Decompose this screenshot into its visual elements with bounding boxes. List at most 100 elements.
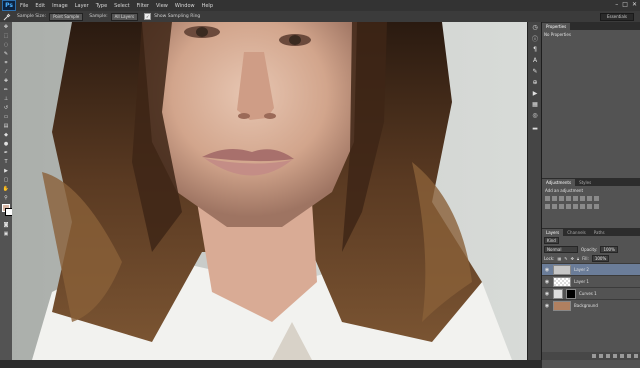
menu-file[interactable]: File [20, 3, 28, 9]
exposure-icon[interactable] [566, 196, 571, 201]
menu-view[interactable]: View [156, 3, 168, 9]
tab-adjustments[interactable]: Adjustments [542, 179, 576, 186]
color-balance-icon[interactable] [587, 196, 592, 201]
blend-mode-dropdown[interactable]: Normal [544, 246, 578, 253]
show-sampling-ring-control[interactable]: ✓ Show Sampling Ring [144, 13, 200, 20]
menu-edit[interactable]: Edit [35, 3, 45, 9]
new-group-icon[interactable] [620, 354, 624, 358]
layers-panel: Kind Normal Opacity: 100% Lock: ▦ ✎ ✥ 🔒︎… [542, 236, 640, 368]
layer-row-background[interactable]: ◉ Background [542, 299, 640, 311]
workspace-switcher[interactable]: Essentials [599, 13, 634, 21]
levels-icon[interactable] [552, 196, 557, 201]
menu-type[interactable]: Type [96, 3, 107, 9]
marquee-tool-icon[interactable]: ⬚ [0, 31, 12, 40]
visibility-eye-icon[interactable]: ◉ [544, 303, 550, 309]
close-icon[interactable]: ✕ [632, 1, 637, 8]
pen-tool-icon[interactable]: ✒ [0, 148, 12, 157]
fill-field[interactable]: 100% [591, 255, 610, 262]
black-white-icon[interactable] [594, 196, 599, 201]
menu-select[interactable]: Select [114, 3, 129, 9]
threshold-icon[interactable] [580, 204, 585, 209]
minimize-icon[interactable]: – [615, 1, 618, 8]
tab-styles[interactable]: Styles [575, 179, 595, 186]
layer-filter-dropdown[interactable]: Kind [544, 237, 559, 244]
eyedropper-tool-icon[interactable]: ⁄ [0, 67, 12, 76]
selective-color-icon[interactable] [594, 204, 599, 209]
gradient-map-icon[interactable] [587, 204, 592, 209]
visibility-eye-icon[interactable]: ◉ [544, 279, 550, 285]
new-adjustment-icon[interactable] [613, 354, 617, 358]
tab-layers[interactable]: Layers [542, 229, 564, 236]
channel-mixer-icon[interactable] [552, 204, 557, 209]
move-tool-icon[interactable]: ✥ [0, 22, 12, 31]
quick-select-tool-icon[interactable]: ✎ [0, 49, 12, 58]
add-mask-icon[interactable] [606, 354, 610, 358]
lasso-tool-icon[interactable]: ◌ [0, 40, 12, 49]
hand-tool-icon[interactable]: ✋ [0, 184, 12, 193]
layer-row-layer-1[interactable]: ◉ Layer 1 [542, 275, 640, 287]
shape-tool-icon[interactable]: ▢ [0, 175, 12, 184]
healing-brush-tool-icon[interactable]: ✚ [0, 76, 12, 85]
history-brush-tool-icon[interactable]: ↺ [0, 103, 12, 112]
crop-tool-icon[interactable]: ⌗ [0, 58, 12, 67]
document-canvas[interactable] [12, 22, 540, 360]
posterize-icon[interactable] [573, 204, 578, 209]
tab-paths[interactable]: Paths [590, 229, 609, 236]
clone-source-icon[interactable]: ⊕ [528, 77, 542, 88]
paragraph-icon[interactable]: ¶ [528, 44, 542, 55]
brush-presets-icon[interactable]: ✎ [528, 66, 542, 77]
opacity-field[interactable]: 100% [600, 246, 618, 253]
link-layers-icon[interactable] [592, 354, 596, 358]
menu-image[interactable]: Image [52, 3, 68, 9]
lock-position-icon[interactable]: ✥ [571, 256, 574, 261]
visibility-eye-icon[interactable]: ◉ [544, 291, 550, 297]
gradient-tool-icon[interactable]: ▤ [0, 121, 12, 130]
hue-saturation-icon[interactable] [580, 196, 585, 201]
tab-channels[interactable]: Channels [563, 229, 590, 236]
menu-window[interactable]: Window [175, 3, 195, 9]
vibrance-icon[interactable] [573, 196, 578, 201]
info-icon[interactable]: ⓘ [528, 33, 542, 44]
lock-transparent-icon[interactable]: ▦ [557, 256, 561, 261]
curves-icon[interactable] [559, 196, 564, 201]
dodge-tool-icon[interactable]: ● [0, 139, 12, 148]
clone-stamp-tool-icon[interactable]: ⊥ [0, 94, 12, 103]
layer-row-layer-2[interactable]: ◉ Layer 2 [542, 263, 640, 275]
lock-all-icon[interactable]: 🔒︎ [577, 256, 579, 261]
maximize-icon[interactable]: □ [622, 1, 628, 8]
delete-layer-icon[interactable] [634, 354, 638, 358]
path-select-tool-icon[interactable]: ▶ [0, 166, 12, 175]
brightness-contrast-icon[interactable] [545, 196, 550, 201]
photo-filter-icon[interactable] [545, 204, 550, 209]
swatches-icon[interactable]: ▦ [528, 99, 542, 110]
layers-tabs: Layers Channels Paths [542, 228, 640, 236]
color-lookup-icon[interactable] [559, 204, 564, 209]
character-icon[interactable]: A [528, 55, 542, 66]
sample-dropdown[interactable]: All Layers [110, 12, 139, 21]
quick-mask-icon[interactable]: ◙ [0, 220, 12, 229]
tab-properties[interactable]: Properties [542, 23, 571, 30]
navigator-icon[interactable]: ◎ [528, 110, 542, 121]
brush-tool-icon[interactable]: ✏ [0, 85, 12, 94]
menu-layer[interactable]: Layer [75, 3, 89, 9]
show-sampling-ring-checkbox[interactable]: ✓ [144, 13, 152, 20]
screen-mode-icon[interactable]: ▣ [0, 229, 12, 238]
sample-size-dropdown[interactable]: Point Sample [49, 12, 84, 21]
type-tool-icon[interactable]: T [0, 157, 12, 166]
histogram-icon[interactable]: ▂ [528, 121, 542, 132]
menu-filter[interactable]: Filter [137, 3, 149, 9]
eraser-tool-icon[interactable]: ▭ [0, 112, 12, 121]
invert-icon[interactable] [566, 204, 571, 209]
visibility-eye-icon[interactable]: ◉ [544, 267, 550, 273]
menu-help[interactable]: Help [202, 3, 213, 9]
color-swatches-icon[interactable] [0, 202, 13, 220]
blur-tool-icon[interactable]: ◆ [0, 130, 12, 139]
lock-image-icon[interactable]: ✎ [564, 256, 567, 261]
history-icon[interactable]: ◷ [528, 22, 542, 33]
layer-row-curves-1[interactable]: ◉ Curves 1 [542, 287, 640, 299]
actions-icon[interactable]: ▶ [528, 88, 542, 99]
add-style-icon[interactable] [599, 354, 603, 358]
zoom-tool-icon[interactable]: ⚲ [0, 193, 12, 202]
new-layer-icon[interactable] [627, 354, 631, 358]
eyedropper-tool-preset[interactable] [3, 13, 11, 21]
